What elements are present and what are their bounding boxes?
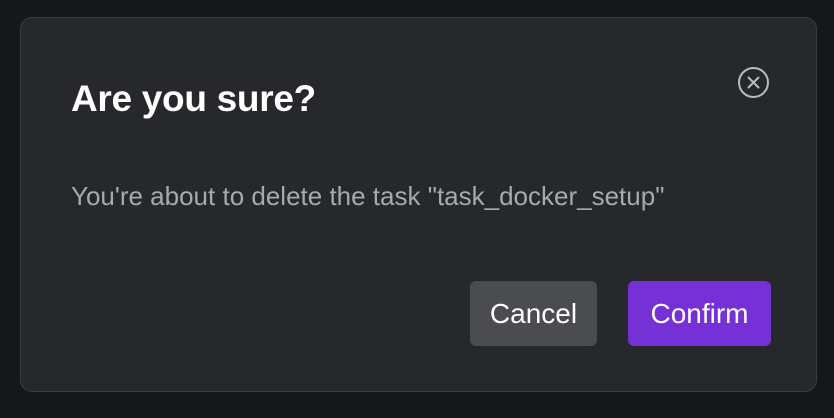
dialog-message: You're about to delete the task "task_do… — [71, 181, 665, 211]
dialog-title: Are you sure? — [71, 78, 316, 119]
close-circle-icon — [738, 67, 769, 98]
confirm-button[interactable]: Confirm — [628, 281, 771, 346]
cancel-button[interactable]: Cancel — [470, 281, 597, 346]
confirm-delete-dialog: Are you sure? You're about to delete the… — [20, 17, 817, 392]
close-button[interactable] — [737, 66, 770, 99]
